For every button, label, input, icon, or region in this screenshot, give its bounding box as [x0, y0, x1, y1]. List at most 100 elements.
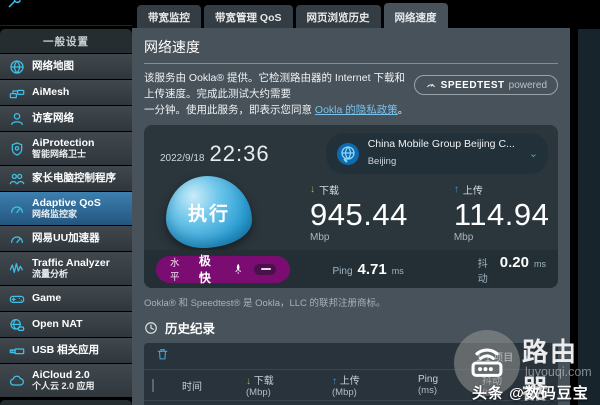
sidebar-item-aimesh[interactable]: AiMesh — [0, 80, 132, 105]
chevron-down-icon[interactable]: ⌄ — [523, 147, 538, 160]
main-content: 带宽监控 带宽管理 QoS 网页浏览历史 网络速度 网络速度 该服务由 Ookl… — [132, 0, 570, 405]
history-table-header: 时间 ↓ 下载 (Mbp) ↑ 上传 (Mbp) Ping (ms) 抖动 (ms) — [144, 369, 558, 400]
gamepad-icon — [8, 291, 25, 307]
sidebar-item-game[interactable]: Game — [0, 286, 132, 311]
sidebar-item-traffic-analyzer[interactable]: Traffic Analyzer 流量分析 — [0, 252, 132, 285]
col-download: ↓ 下载 (Mbp) — [246, 376, 274, 399]
sidebar-item-label: Traffic Analyzer 流量分析 — [32, 257, 110, 280]
sidebar-item-aiprotection[interactable]: AiProtection 智能网络卫士 — [0, 132, 132, 165]
sidebar-item-label: AiMesh — [32, 86, 70, 99]
server-globe-icon — [336, 142, 359, 165]
run-test-button[interactable]: 执行 — [166, 176, 252, 249]
ookla-trademark-note: Ookla® 和 Speedtest® 是 Ookla，LLC 的联邦注册商标。 — [144, 298, 386, 310]
shield-icon — [8, 141, 25, 157]
download-value: 945.44 — [310, 196, 408, 232]
sidebar-item-aicloud[interactable]: AiCloud 2.0 个人云 2.0 应用 — [0, 364, 132, 397]
sidebar-item-label: AiProtection 智能网络卫士 — [32, 137, 95, 160]
tab-bandwidth-monitor[interactable]: 带宽监控 — [137, 5, 201, 28]
download-metric: ↓ 下载 945.44 Mbp — [310, 183, 408, 244]
parental-control-icon — [8, 171, 25, 187]
history-table-row: 2022/9/1822:36 ↓ 945.44 ↑ 114.94 4.71 0.… — [144, 400, 558, 405]
level-label: 水平 — [170, 258, 180, 284]
page-scrollbar[interactable] — [578, 29, 600, 405]
pagination: 1-1 项目 ‹ › — [476, 349, 546, 364]
usb-icon — [8, 343, 25, 359]
col-ping: Ping (ms) — [418, 374, 439, 397]
speedtest-powered-badge: SPEEDTEST powered — [413, 75, 558, 95]
delete-history-button[interactable] — [156, 347, 169, 366]
server-selector[interactable]: China Mobile Group Beijing C... Beijing … — [325, 133, 548, 175]
server-info: China Mobile Group Beijing C... Beijing — [368, 138, 515, 169]
waveform-icon — [8, 261, 25, 277]
speedtest-card: 2022/9/18 22:36 China Mobile Group Beiji… — [144, 125, 558, 289]
speed-level-pill[interactable]: 水平 极快 — [156, 254, 291, 285]
tab-network-speed[interactable]: 网络速度 — [383, 3, 448, 28]
col-time: 时间 — [182, 381, 202, 393]
aimesh-icon — [8, 85, 25, 101]
sidebar-item-label: 网络地图 — [32, 60, 74, 73]
history-clock-icon — [145, 321, 157, 334]
sidebar-item-uu-accelerator[interactable]: 网易UU加速器 — [0, 226, 132, 251]
level-toggle[interactable] — [253, 263, 277, 275]
ping-result: Ping 4.71 ms — [332, 260, 404, 278]
result-bottom-bar: 水平 极快 Ping 4.71 ms 抖动 0.20 ms — [144, 250, 558, 289]
level-value: 极快 — [198, 254, 211, 286]
upload-value: 114.94 — [453, 196, 550, 232]
upload-unit: Mbp — [453, 232, 474, 244]
page-title: 网络速度 — [144, 37, 558, 64]
select-all-checkbox[interactable] — [152, 378, 154, 392]
sidebar-item-network-map[interactable]: 网络地图 — [0, 54, 132, 79]
test-datetime: 2022/9/18 22:36 — [160, 141, 270, 167]
test-time: 22:36 — [209, 141, 270, 167]
ookla-privacy-link[interactable]: Ookla 的隐私政策 — [315, 104, 398, 116]
open-nat-icon — [8, 317, 25, 333]
tab-bandwidth-qos[interactable]: 带宽管理 QoS — [204, 5, 293, 28]
sidebar-menu: 网络地图 AiMesh 访客网络 AiProtection 智能网络卫士 家长电脑… — [0, 54, 132, 397]
gauge-icon — [8, 231, 25, 247]
network-speed-panel: 网络速度 该服务由 Ookla® 提供。它检测路由器的 Internet 下载和… — [132, 28, 570, 405]
history-title: 历史纪录 — [165, 322, 216, 337]
col-jitter: 抖动 (ms) — [482, 376, 502, 399]
server-city: Beijing — [367, 156, 397, 168]
sidebar-item-open-nat[interactable]: Open NAT — [0, 312, 132, 337]
jitter-result: 抖动 0.20 ms — [477, 253, 546, 285]
sidebar-item-label: Adaptive QoS 网络监控家 — [32, 197, 101, 220]
sidebar-top — [0, 0, 132, 26]
sidebar-item-guest-network[interactable]: 访客网络 — [0, 106, 132, 131]
sidebar-section-advanced: 高级设置 — [0, 400, 132, 405]
speedtest-gauge-icon — [426, 83, 435, 88]
wrench-partial-icon — [8, 0, 21, 8]
gauge-icon — [8, 201, 25, 217]
sidebar-item-adaptive-qos[interactable]: Adaptive QoS 网络监控家 — [0, 192, 132, 225]
chevron-right-icon[interactable]: › — [542, 350, 546, 363]
router-admin-page: 一般设置 网络地图 AiMesh 访客网络 AiProtection 智能网络卫士… — [0, 0, 600, 405]
sidebar-item-label: AiCloud 2.0 个人云 2.0 应用 — [32, 369, 95, 392]
col-upload: ↑ 上传 (Mbp) — [332, 376, 360, 399]
history-panel: 1-1 项目 ‹ › 时间 ↓ 下载 (Mbp) ↑ 上传 (Mbp) Ping (m… — [144, 343, 558, 405]
cloud-icon — [8, 373, 25, 389]
guest-network-icon — [8, 111, 25, 127]
pagination-label: 1-1 项目 — [476, 352, 514, 364]
network-map-icon — [8, 59, 25, 75]
trash-icon — [157, 348, 168, 360]
sidebar-item-label: Game — [32, 292, 62, 305]
tab-web-history[interactable]: 网页浏览历史 — [295, 5, 381, 28]
sidebar-item-label: 访客网络 — [32, 112, 74, 125]
download-arrow-icon: ↓ — [310, 183, 315, 195]
tab-bar: 带宽监控 带宽管理 QoS 网页浏览历史 网络速度 — [132, 0, 570, 28]
sidebar-item-label: Open NAT — [32, 318, 83, 331]
sidebar-item-parental-control[interactable]: 家长电脑控制程序 — [0, 166, 132, 191]
sidebar-item-label: 网易UU加速器 — [32, 232, 100, 245]
rocket-icon — [234, 263, 241, 274]
service-description: 该服务由 Ookla® 提供。它检测路由器的 Internet 下载和上传速度。… — [144, 72, 409, 116]
test-date: 2022/9/18 — [160, 153, 205, 165]
sidebar-item-label: 家长电脑控制程序 — [32, 172, 116, 185]
server-name: China Mobile Group Beijing C... — [367, 138, 515, 151]
upload-metric: ↑ 上传 114.94 Mbp — [453, 183, 550, 244]
sidebar-item-usb-apps[interactable]: USB 相关应用 — [0, 338, 132, 363]
sidebar-item-label: USB 相关应用 — [32, 344, 100, 357]
upload-arrow-icon: ↑ — [453, 183, 459, 195]
sidebar: 一般设置 网络地图 AiMesh 访客网络 AiProtection 智能网络卫士… — [0, 0, 132, 405]
sidebar-section-general: 一般设置 — [0, 29, 132, 53]
chevron-left-icon[interactable]: ‹ — [525, 350, 529, 363]
